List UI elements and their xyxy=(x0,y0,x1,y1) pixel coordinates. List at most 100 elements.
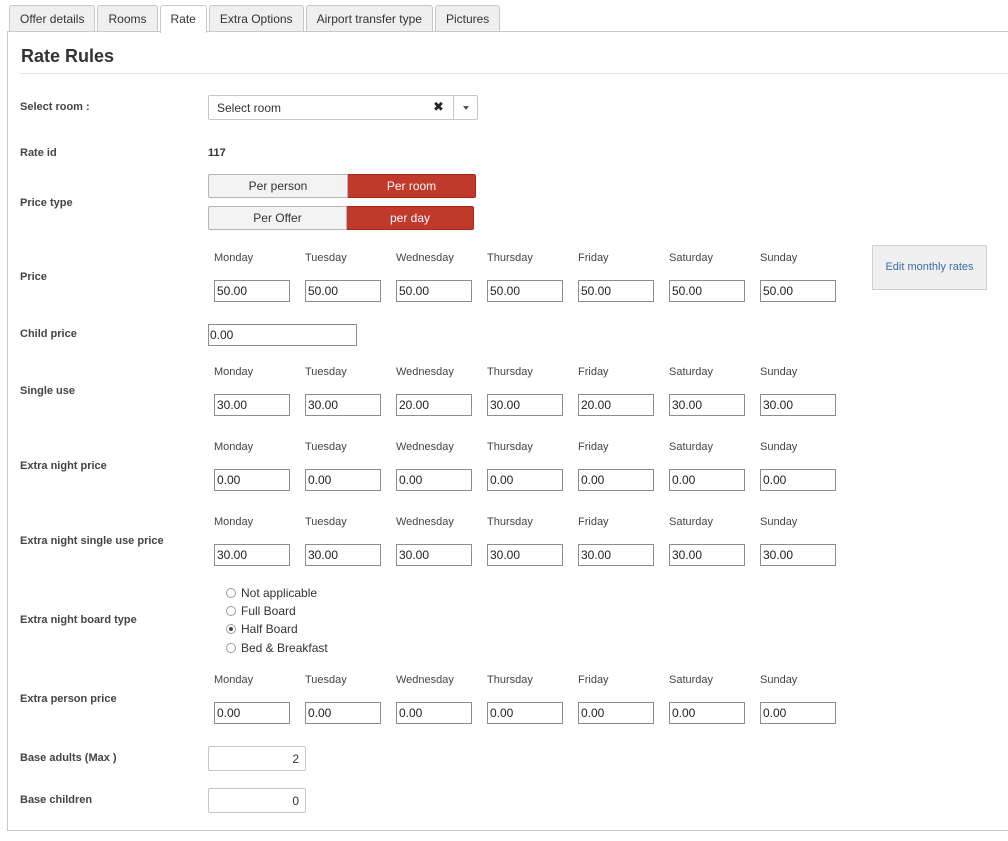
price-basis-toggle: Per person Per room xyxy=(208,174,476,198)
tab-offer-details[interactable]: Offer details xyxy=(9,5,96,32)
day-label-monday: Monday xyxy=(214,441,254,453)
single-use-monday-input[interactable] xyxy=(214,394,290,416)
extra-night-single-sunday-input[interactable] xyxy=(760,544,836,566)
per-day-button[interactable]: per day xyxy=(347,206,474,230)
extra-person-friday-input[interactable] xyxy=(578,702,654,724)
rate-id-value: 117 xyxy=(208,147,226,159)
radio-button-checked[interactable] xyxy=(226,624,236,634)
day-label-saturday: Saturday xyxy=(669,516,714,528)
title-divider xyxy=(20,73,1008,74)
child-price-input[interactable] xyxy=(208,324,357,346)
price-saturday-input[interactable] xyxy=(669,280,745,302)
day-label-saturday: Saturday xyxy=(669,252,714,264)
caret-down-icon xyxy=(463,106,469,110)
day-label-tuesday: Tuesday xyxy=(305,516,347,528)
single-use-thursday-input[interactable] xyxy=(487,394,563,416)
extra-night-price-label: Extra night price xyxy=(20,460,107,472)
per-offer-button[interactable]: Per Offer xyxy=(208,206,347,230)
child-price-label: Child price xyxy=(20,328,77,340)
extra-person-monday-input[interactable] xyxy=(214,702,290,724)
price-label: Price xyxy=(20,271,47,283)
page-title: Rate Rules xyxy=(21,46,115,66)
dropdown-toggle[interactable] xyxy=(453,96,478,119)
day-label-sunday: Sunday xyxy=(760,516,798,528)
single-use-tuesday-input[interactable] xyxy=(305,394,381,416)
edit-monthly-rates-button[interactable]: Edit monthly rates xyxy=(872,245,987,290)
single-use-friday-input[interactable] xyxy=(578,394,654,416)
radio-button[interactable] xyxy=(226,606,236,616)
price-friday-input[interactable] xyxy=(578,280,654,302)
day-label-saturday: Saturday xyxy=(669,674,714,686)
board-option-half-board[interactable]: Half Board xyxy=(226,621,298,637)
price-sunday-input[interactable] xyxy=(760,280,836,302)
extra-night-single-tuesday-input[interactable] xyxy=(305,544,381,566)
day-label-saturday: Saturday xyxy=(669,366,714,378)
day-label-monday: Monday xyxy=(214,252,254,264)
board-option-label: Full Board xyxy=(241,604,296,618)
board-option-full-board[interactable]: Full Board xyxy=(226,603,296,619)
extra-night-single-friday-input[interactable] xyxy=(578,544,654,566)
rate-id-label: Rate id xyxy=(20,147,57,159)
single-use-saturday-input[interactable] xyxy=(669,394,745,416)
day-label-tuesday: Tuesday xyxy=(305,366,347,378)
extra-night-tuesday-input[interactable] xyxy=(305,469,381,491)
day-label-tuesday: Tuesday xyxy=(305,441,347,453)
price-wednesday-input[interactable] xyxy=(396,280,472,302)
day-label-sunday: Sunday xyxy=(760,366,798,378)
tab-rate[interactable]: Rate xyxy=(159,5,207,33)
board-option-bed-breakfast[interactable]: Bed & Breakfast xyxy=(226,640,328,656)
tab-pictures[interactable]: Pictures xyxy=(434,5,501,32)
day-label-thursday: Thursday xyxy=(487,441,533,453)
day-label-sunday: Sunday xyxy=(760,252,798,264)
extra-night-single-monday-input[interactable] xyxy=(214,544,290,566)
tab-airport-transfer-type[interactable]: Airport transfer type xyxy=(305,5,433,32)
tab-rooms[interactable]: Rooms xyxy=(97,5,158,32)
single-use-label: Single use xyxy=(20,385,76,397)
price-thursday-input[interactable] xyxy=(487,280,563,302)
base-adults-input[interactable] xyxy=(208,746,306,771)
base-adults-label: Base adults (Max ) xyxy=(20,752,117,764)
day-label-friday: Friday xyxy=(578,441,609,453)
radio-button[interactable] xyxy=(226,588,236,598)
extra-night-friday-input[interactable] xyxy=(578,469,654,491)
extra-person-saturday-input[interactable] xyxy=(669,702,745,724)
day-label-thursday: Thursday xyxy=(487,516,533,528)
day-label-thursday: Thursday xyxy=(487,252,533,264)
extra-night-saturday-input[interactable] xyxy=(669,469,745,491)
board-option-not-applicable[interactable]: Not applicable xyxy=(226,585,317,601)
extra-night-single-wednesday-input[interactable] xyxy=(396,544,472,566)
tab-extra-options[interactable]: Extra Options xyxy=(208,5,304,32)
single-use-sunday-input[interactable] xyxy=(760,394,836,416)
board-option-label: Half Board xyxy=(241,622,298,636)
extra-night-single-saturday-input[interactable] xyxy=(669,544,745,566)
price-period-toggle: Per Offer per day xyxy=(208,206,474,230)
radio-button[interactable] xyxy=(226,643,236,653)
board-type-label: Extra night board type xyxy=(20,614,137,626)
single-use-wednesday-input[interactable] xyxy=(396,394,472,416)
day-label-monday: Monday xyxy=(214,674,254,686)
extra-night-single-thursday-input[interactable] xyxy=(487,544,563,566)
extra-night-monday-input[interactable] xyxy=(214,469,290,491)
price-monday-input[interactable] xyxy=(214,280,290,302)
day-label-wednesday: Wednesday xyxy=(396,252,454,264)
extra-person-sunday-input[interactable] xyxy=(760,702,836,724)
extra-night-thursday-input[interactable] xyxy=(487,469,563,491)
base-children-input[interactable] xyxy=(208,788,306,813)
extra-night-wednesday-input[interactable] xyxy=(396,469,472,491)
clear-icon[interactable]: ✖ xyxy=(433,99,444,115)
select-room-dropdown[interactable]: Select room ✖ xyxy=(208,95,478,120)
day-label-wednesday: Wednesday xyxy=(396,674,454,686)
per-room-button[interactable]: Per room xyxy=(348,174,476,198)
board-option-label: Bed & Breakfast xyxy=(241,641,328,655)
day-label-saturday: Saturday xyxy=(669,441,714,453)
tab-bar: Offer details Rooms Rate Extra Options A… xyxy=(9,5,502,33)
price-type-label: Price type xyxy=(20,197,73,209)
extra-person-tuesday-input[interactable] xyxy=(305,702,381,724)
day-label-wednesday: Wednesday xyxy=(396,366,454,378)
extra-night-sunday-input[interactable] xyxy=(760,469,836,491)
extra-person-thursday-input[interactable] xyxy=(487,702,563,724)
price-tuesday-input[interactable] xyxy=(305,280,381,302)
extra-person-wednesday-input[interactable] xyxy=(396,702,472,724)
day-label-friday: Friday xyxy=(578,366,609,378)
per-person-button[interactable]: Per person xyxy=(208,174,348,198)
